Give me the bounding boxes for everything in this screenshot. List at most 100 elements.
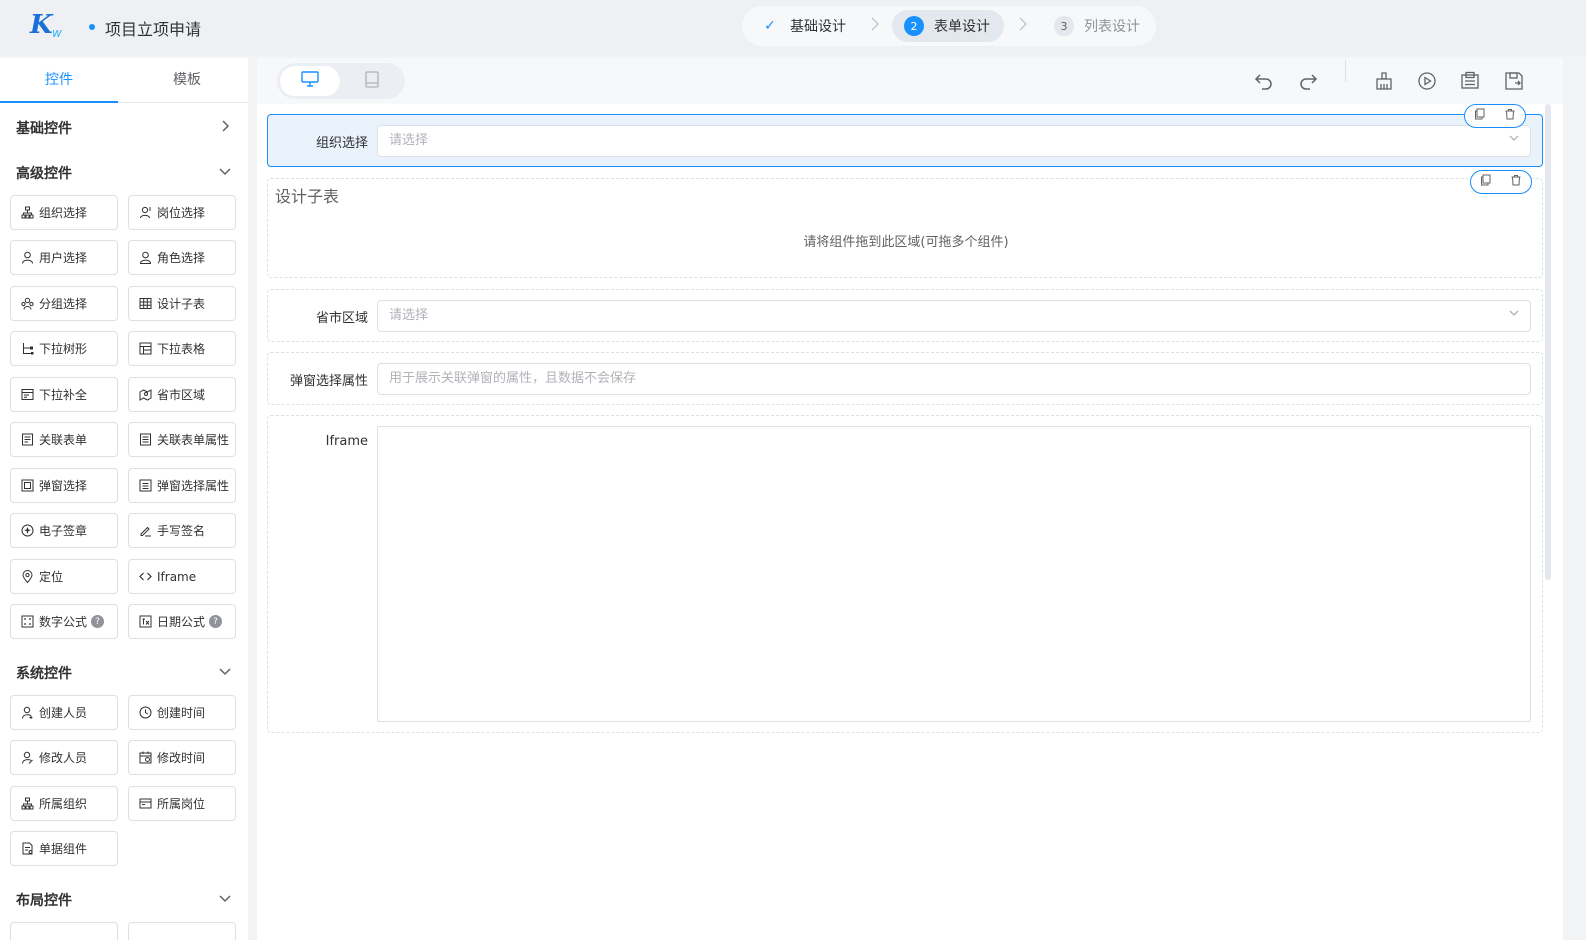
- desktop-view-button[interactable]: [280, 66, 340, 96]
- code-icon: [138, 570, 152, 584]
- design-steps: ✓ 基础设计 2 表单设计 3 列表设计: [742, 6, 1156, 46]
- control-region[interactable]: 省市区域: [128, 377, 236, 412]
- control-handwritten-signature[interactable]: 手写签名: [128, 513, 236, 548]
- group-title-layout[interactable]: 布局控件: [16, 890, 72, 910]
- control-creator[interactable]: 创建人员: [10, 695, 118, 730]
- date-formula-icon: [138, 615, 152, 629]
- control-dropdown-table[interactable]: 下拉表格: [128, 331, 236, 366]
- json-view-icon[interactable]: [1459, 70, 1481, 92]
- logo-letter: K: [30, 10, 53, 40]
- help-icon[interactable]: ?: [91, 615, 105, 628]
- field-iframe[interactable]: Iframe: [267, 415, 1543, 733]
- device-toggle: [277, 63, 405, 99]
- control-label: 下拉树形: [39, 342, 88, 356]
- control-user-select[interactable]: 用户选择: [10, 240, 118, 275]
- control-location[interactable]: 定位: [10, 559, 118, 594]
- clock-icon: [138, 706, 152, 720]
- delete-icon[interactable]: [1504, 108, 1516, 124]
- toolbar-divider: [1345, 60, 1346, 82]
- step-form-design[interactable]: 2 表单设计: [892, 10, 1004, 42]
- field-subtable[interactable]: 设计子表 请将组件拖到此区域(可拖多个组件): [267, 170, 1543, 278]
- undo-icon[interactable]: [1253, 70, 1275, 92]
- control-dropdown-autocomplete[interactable]: 下拉补全: [10, 377, 118, 412]
- save-icon[interactable]: [1503, 70, 1525, 92]
- control-label: 所属组织: [39, 797, 88, 811]
- control-belong-post[interactable]: 所属岗位: [128, 786, 236, 821]
- autocomplete-icon: [20, 388, 34, 402]
- control-layout-item[interactable]: [128, 922, 236, 940]
- control-number-formula[interactable]: 数字公式 ?: [10, 604, 118, 639]
- group-title-advanced[interactable]: 高级控件: [16, 163, 72, 183]
- copy-icon[interactable]: [1480, 174, 1492, 190]
- control-popup-select[interactable]: 弹窗选择: [10, 468, 118, 503]
- control-popup-attr[interactable]: 弹窗选择属性: [128, 468, 236, 503]
- control-group-select[interactable]: 分组选择: [10, 286, 118, 321]
- org-icon: [20, 206, 34, 220]
- canvas-scrollbar[interactable]: [1545, 104, 1551, 580]
- field-region[interactable]: 省市区域 请选择: [267, 289, 1543, 342]
- chevron-down-icon[interactable]: [218, 164, 232, 178]
- control-org-select[interactable]: 组织选择: [10, 195, 118, 230]
- tablet-icon: [365, 70, 379, 92]
- control-label: 下拉表格: [157, 342, 206, 356]
- group-title-basic[interactable]: 基础控件: [16, 118, 72, 138]
- clear-icon[interactable]: [1373, 70, 1395, 92]
- control-label: 数字公式: [39, 615, 88, 629]
- control-label: 分组选择: [39, 297, 88, 311]
- control-label: 设计子表: [157, 297, 206, 311]
- control-label: 手写签名: [157, 524, 206, 538]
- control-label: 所属岗位: [157, 797, 206, 811]
- field-popup-attr[interactable]: 弹窗选择属性 用于展示关联弹窗的属性，且数据不会保存: [267, 352, 1543, 405]
- chevron-right-icon[interactable]: [218, 119, 232, 133]
- control-relation-form-attr[interactable]: 关联表单属性: [128, 422, 236, 457]
- app-header: K w 项目立项申请 ✓ 基础设计 2 表单设计 3 列表设计: [0, 0, 1586, 56]
- control-modify-time[interactable]: 修改时间: [128, 740, 236, 775]
- popup-attr-input[interactable]: 用于展示关联弹窗的属性，且数据不会保存: [377, 363, 1531, 395]
- control-belong-org[interactable]: 所属组织: [10, 786, 118, 821]
- tablet-view-button[interactable]: [342, 66, 402, 96]
- region-select-input[interactable]: 请选择: [377, 300, 1531, 332]
- chevron-down-icon[interactable]: [218, 891, 232, 905]
- control-label: 关联表单: [39, 433, 88, 447]
- control-document[interactable]: 单据组件: [10, 831, 118, 866]
- step-basic-design[interactable]: ✓ 基础设计: [746, 10, 860, 42]
- select-placeholder: 请选择: [389, 308, 429, 323]
- control-create-time[interactable]: 创建时间: [128, 695, 236, 730]
- control-label: 创建时间: [157, 706, 206, 720]
- redo-icon[interactable]: [1297, 70, 1319, 92]
- control-role-select[interactable]: 角色选择: [128, 240, 236, 275]
- input-placeholder: 用于展示关联弹窗的属性，且数据不会保存: [389, 371, 637, 386]
- copy-icon[interactable]: [1474, 108, 1486, 124]
- post-icon: [138, 206, 152, 220]
- tab-controls[interactable]: 控件: [0, 58, 118, 103]
- app-logo[interactable]: K w: [30, 10, 70, 42]
- control-post-select[interactable]: 岗位选择: [128, 195, 236, 230]
- org-select-input[interactable]: 请选择: [377, 125, 1531, 157]
- control-date-formula[interactable]: 日期公式 ?: [128, 604, 236, 639]
- role-icon: [138, 251, 152, 265]
- tree-icon: [20, 342, 34, 356]
- select-placeholder: 请选择: [389, 133, 429, 148]
- control-e-seal[interactable]: 电子签章: [10, 513, 118, 548]
- creator-icon: [20, 706, 34, 720]
- preview-icon[interactable]: [1416, 70, 1438, 92]
- control-label: 定位: [39, 570, 64, 584]
- control-dropdown-tree[interactable]: 下拉树形: [10, 331, 118, 366]
- step-label: 表单设计: [934, 19, 990, 35]
- field-org-select[interactable]: 组织选择 请选择: [267, 104, 1543, 167]
- tab-templates[interactable]: 模板: [128, 58, 246, 103]
- control-relation-form[interactable]: 关联表单: [10, 422, 118, 457]
- control-layout-item[interactable]: [10, 922, 118, 940]
- control-modifier[interactable]: 修改人员: [10, 740, 118, 775]
- help-icon[interactable]: ?: [209, 615, 223, 628]
- control-subtable[interactable]: 设计子表: [128, 286, 236, 321]
- org-icon: [20, 797, 34, 811]
- step-label: 基础设计: [790, 19, 846, 35]
- control-iframe[interactable]: Iframe: [128, 559, 236, 594]
- chevron-down-icon[interactable]: [218, 664, 232, 678]
- calendar-icon: [138, 751, 152, 765]
- control-label: 单据组件: [39, 842, 88, 856]
- delete-icon[interactable]: [1510, 174, 1522, 190]
- step-list-design[interactable]: 3 列表设计: [1040, 10, 1154, 42]
- group-title-system[interactable]: 系统控件: [16, 663, 72, 683]
